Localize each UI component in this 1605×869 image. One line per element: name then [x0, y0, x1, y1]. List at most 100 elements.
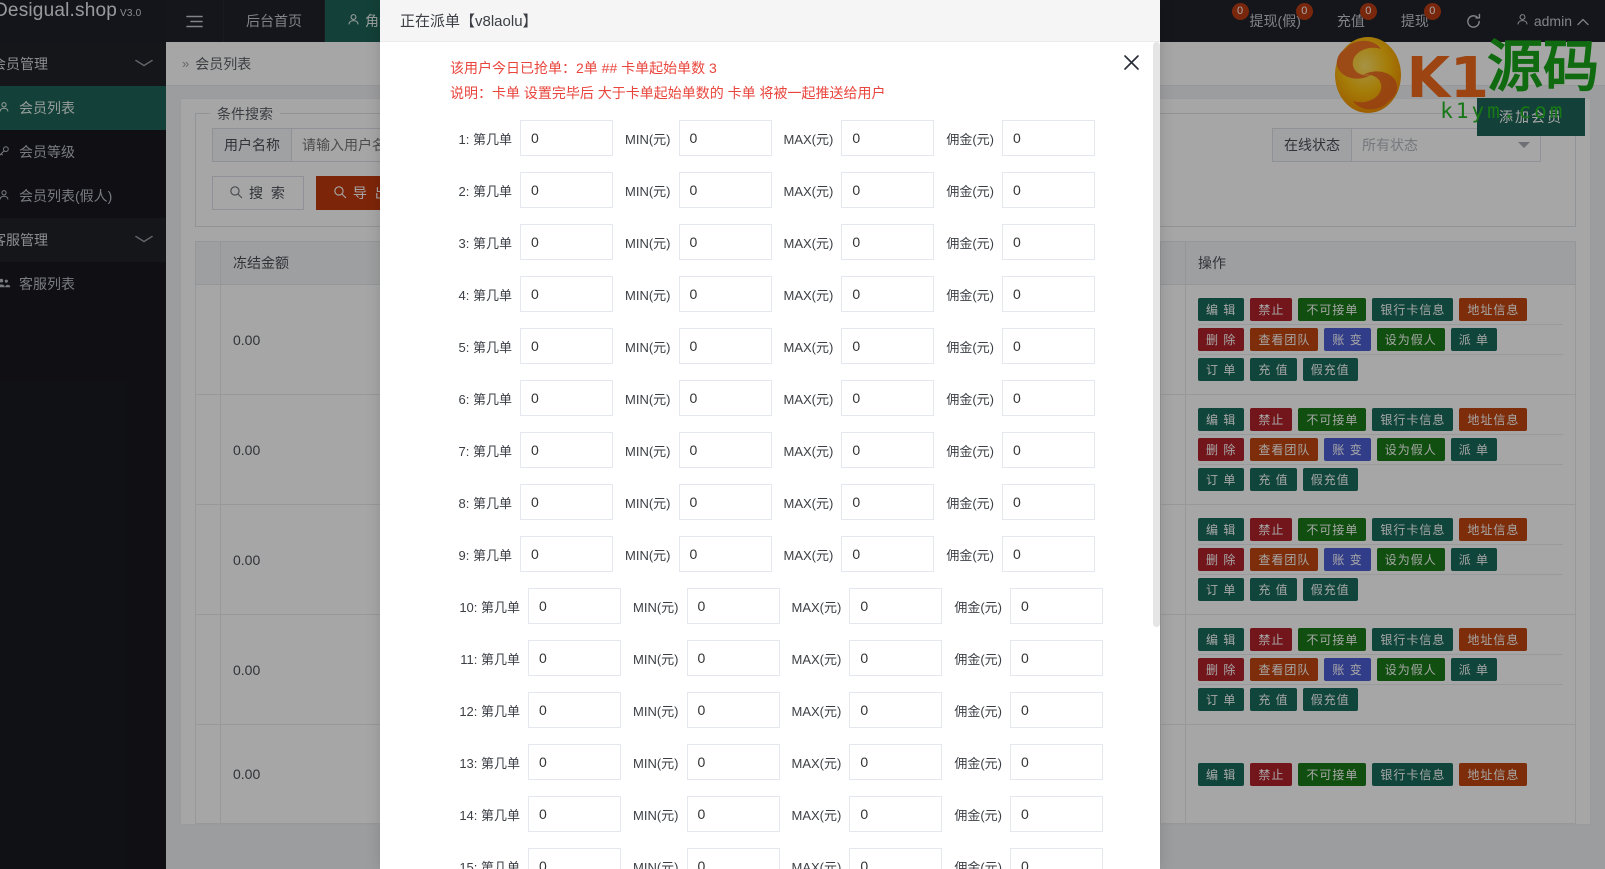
dispatch-row: 1: 第几单 MIN(元) MAX(元) 佣金(元) [380, 112, 1160, 164]
commission-input[interactable] [1010, 796, 1104, 832]
dispatch-row: 14: 第几单 MIN(元) MAX(元) 佣金(元) [380, 788, 1160, 840]
modal-scrollbar-thumb[interactable] [1153, 42, 1160, 627]
max-label: MAX(元) [791, 651, 842, 667]
commission-input[interactable] [1002, 120, 1096, 156]
max-amount-input[interactable] [841, 172, 935, 208]
dispatch-row-label: 3: 第几单 [458, 235, 512, 251]
order-number-input[interactable] [520, 328, 613, 364]
max-amount-input[interactable] [841, 380, 935, 416]
commission-input[interactable] [1002, 276, 1096, 312]
max-amount-input[interactable] [841, 328, 935, 364]
max-label: MAX(元) [783, 131, 834, 147]
commission-input[interactable] [1010, 848, 1104, 869]
commission-input[interactable] [1002, 328, 1096, 364]
max-amount-input[interactable] [849, 692, 943, 728]
min-amount-input[interactable] [678, 432, 772, 468]
min-label: MIN(元) [633, 859, 679, 869]
modal-notice: 该用户今日已抢单：2单 ## 卡单起始单数 3 说明：卡单 设置完毕后 大于卡单… [380, 42, 1160, 106]
min-amount-input[interactable] [678, 484, 772, 520]
modal-scrollbar[interactable] [1153, 42, 1160, 869]
max-amount-input[interactable] [841, 224, 935, 260]
order-number-input[interactable] [520, 224, 613, 260]
modal-title: 正在派单【v8laolu】 [400, 13, 538, 30]
min-label: MIN(元) [625, 183, 671, 199]
order-number-input[interactable] [528, 588, 621, 624]
order-number-input[interactable] [528, 640, 621, 676]
dispatch-row: 12: 第几单 MIN(元) MAX(元) 佣金(元) [380, 684, 1160, 736]
commission-input[interactable] [1010, 744, 1104, 780]
commission-label: 佣金(元) [954, 755, 1003, 771]
min-amount-input[interactable] [686, 848, 780, 869]
commission-input[interactable] [1010, 692, 1104, 728]
commission-input[interactable] [1002, 224, 1096, 260]
max-label: MAX(元) [791, 807, 842, 823]
max-amount-input[interactable] [841, 484, 935, 520]
order-number-input[interactable] [520, 432, 613, 468]
min-label: MIN(元) [625, 443, 671, 459]
order-number-input[interactable] [528, 692, 621, 728]
max-amount-input[interactable] [849, 796, 943, 832]
dispatch-row-label: 11: 第几单 [460, 651, 520, 667]
commission-label: 佣金(元) [946, 339, 995, 355]
order-number-input[interactable] [528, 744, 621, 780]
dispatch-row-label: 5: 第几单 [458, 339, 512, 355]
order-number-input[interactable] [520, 276, 613, 312]
max-label: MAX(元) [791, 859, 842, 869]
min-amount-input[interactable] [678, 120, 772, 156]
commission-label: 佣金(元) [946, 235, 995, 251]
max-amount-input[interactable] [841, 536, 935, 572]
commission-label: 佣金(元) [946, 443, 995, 459]
commission-input[interactable] [1002, 432, 1096, 468]
commission-input[interactable] [1010, 640, 1104, 676]
max-amount-input[interactable] [841, 276, 935, 312]
order-number-input[interactable] [520, 172, 613, 208]
min-amount-input[interactable] [678, 380, 772, 416]
max-amount-input[interactable] [849, 848, 943, 869]
min-amount-input[interactable] [686, 796, 780, 832]
dispatch-row: 3: 第几单 MIN(元) MAX(元) 佣金(元) [380, 216, 1160, 268]
order-number-input[interactable] [528, 796, 621, 832]
commission-label: 佣金(元) [946, 131, 995, 147]
min-amount-input[interactable] [686, 588, 780, 624]
commission-input[interactable] [1010, 588, 1104, 624]
max-amount-input[interactable] [841, 432, 935, 468]
min-amount-input[interactable] [686, 744, 780, 780]
commission-input[interactable] [1002, 380, 1096, 416]
dispatch-row-label: 7: 第几单 [458, 443, 512, 459]
min-label: MIN(元) [633, 807, 679, 823]
dispatch-row-label: 13: 第几单 [459, 755, 520, 771]
max-label: MAX(元) [783, 391, 834, 407]
commission-label: 佣金(元) [946, 547, 995, 563]
order-number-input[interactable] [520, 536, 613, 572]
max-amount-input[interactable] [849, 588, 943, 624]
min-label: MIN(元) [625, 131, 671, 147]
commission-label: 佣金(元) [954, 703, 1003, 719]
min-amount-input[interactable] [686, 640, 780, 676]
dispatch-row-label: 12: 第几单 [459, 703, 520, 719]
min-amount-input[interactable] [686, 692, 780, 728]
commission-input[interactable] [1002, 172, 1096, 208]
order-number-input[interactable] [520, 380, 613, 416]
order-number-input[interactable] [520, 120, 613, 156]
order-number-input[interactable] [520, 484, 613, 520]
max-amount-input[interactable] [849, 640, 943, 676]
commission-label: 佣金(元) [946, 495, 995, 511]
min-label: MIN(元) [625, 287, 671, 303]
min-amount-input[interactable] [678, 172, 772, 208]
max-label: MAX(元) [783, 183, 834, 199]
max-label: MAX(元) [783, 443, 834, 459]
max-amount-input[interactable] [849, 744, 943, 780]
commission-input[interactable] [1002, 536, 1096, 572]
min-amount-input[interactable] [678, 536, 772, 572]
dispatch-row: 8: 第几单 MIN(元) MAX(元) 佣金(元) [380, 476, 1160, 528]
max-amount-input[interactable] [841, 120, 935, 156]
commission-input[interactable] [1002, 484, 1096, 520]
order-number-input[interactable] [528, 848, 621, 869]
min-label: MIN(元) [633, 651, 679, 667]
min-amount-input[interactable] [678, 328, 772, 364]
min-label: MIN(元) [625, 495, 671, 511]
min-amount-input[interactable] [678, 276, 772, 312]
min-amount-input[interactable] [678, 224, 772, 260]
close-icon[interactable] [1123, 54, 1140, 74]
max-label: MAX(元) [783, 547, 834, 563]
